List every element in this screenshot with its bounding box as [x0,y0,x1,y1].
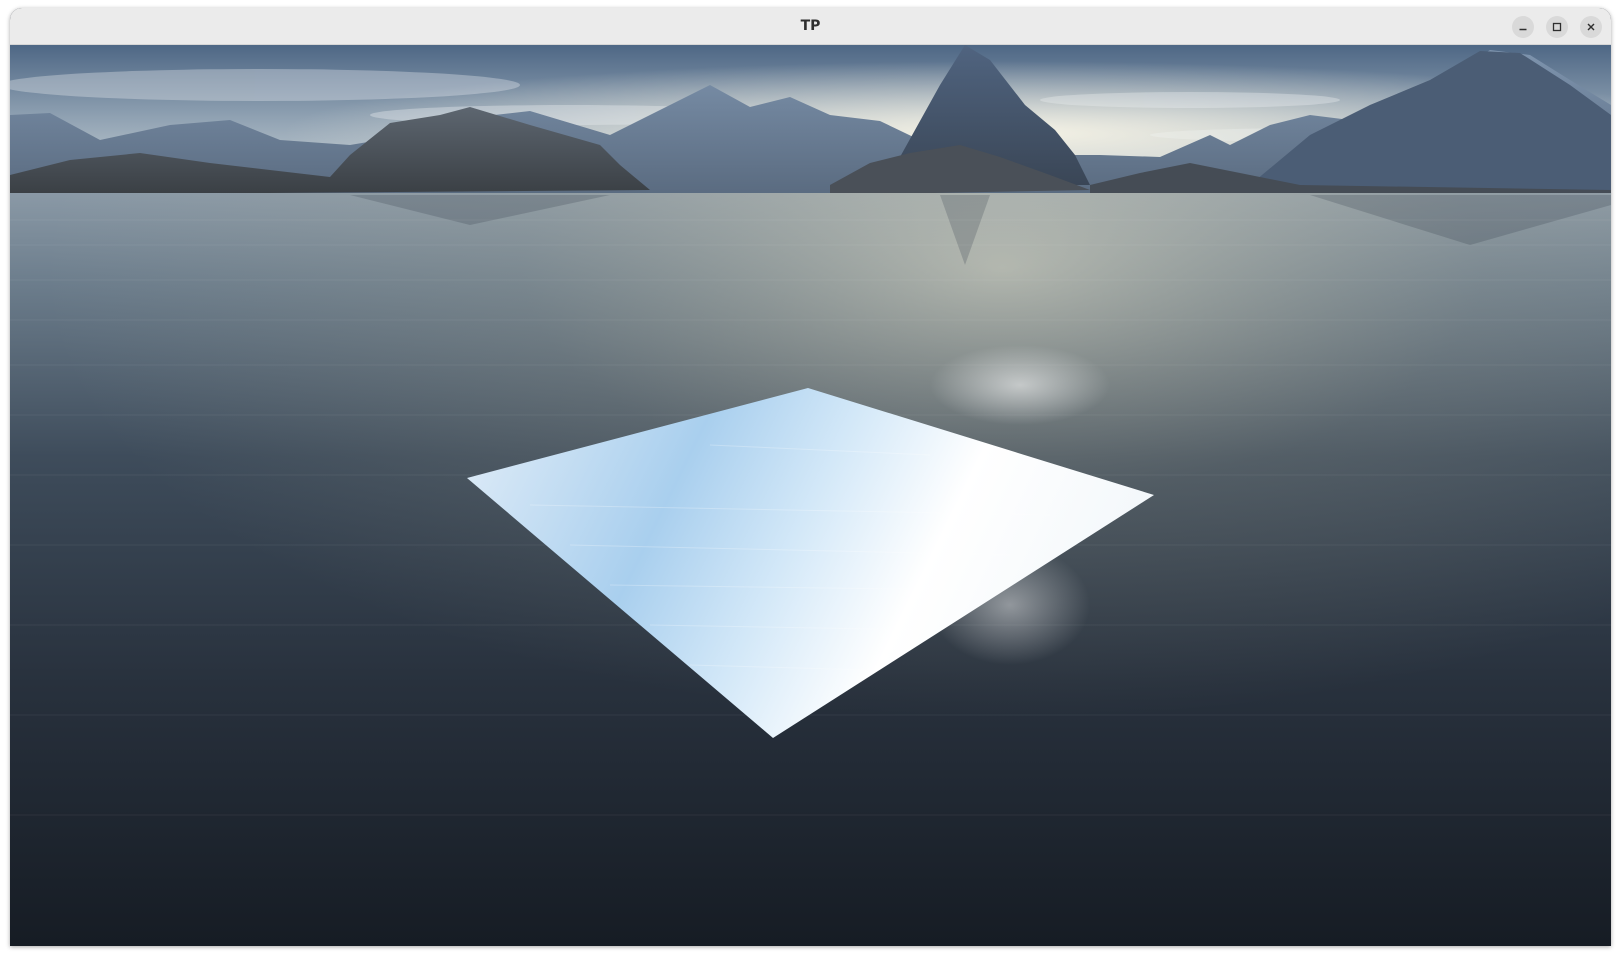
minimize-button[interactable] [1512,16,1534,38]
maximize-button[interactable] [1546,16,1568,38]
close-button[interactable] [1580,16,1602,38]
render-viewport[interactable] [10,45,1611,946]
title-bar[interactable]: TP [10,8,1611,45]
window-title: TP [800,18,821,34]
minimize-icon [1518,22,1528,32]
scene-canvas [10,45,1611,946]
close-icon [1586,22,1596,32]
app-window: TP [10,8,1611,946]
sun-glint [930,345,1110,425]
maximize-icon [1552,22,1562,32]
